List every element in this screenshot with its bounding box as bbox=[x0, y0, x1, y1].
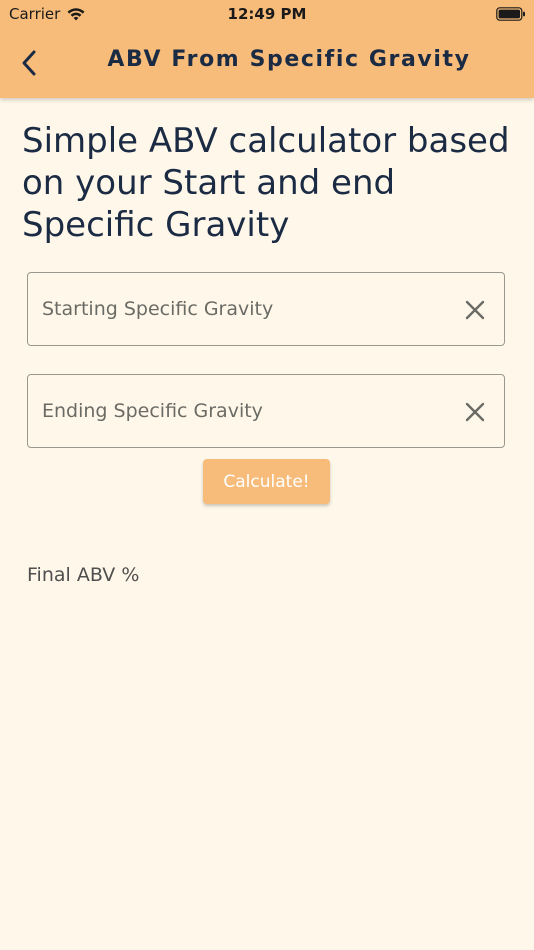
starting-gravity-field[interactable] bbox=[27, 272, 505, 346]
calculator-description: Simple ABV calculator based on your Star… bbox=[22, 121, 510, 245]
chevron-left-icon bbox=[22, 50, 36, 76]
ending-gravity-field[interactable] bbox=[27, 374, 505, 448]
final-abv-result: Final ABV % bbox=[27, 564, 140, 586]
clear-starting-gravity-icon[interactable] bbox=[464, 299, 486, 321]
clear-ending-gravity-icon[interactable] bbox=[464, 401, 486, 423]
page-title: ABV From Specific Gravity bbox=[107, 47, 471, 72]
ending-gravity-input[interactable] bbox=[42, 375, 442, 447]
starting-gravity-input[interactable] bbox=[42, 273, 442, 345]
app-header: Carrier 12:49 PM ABV From Specific Gravi… bbox=[0, 0, 534, 98]
status-bar: Carrier 12:49 PM bbox=[0, 0, 534, 28]
status-time: 12:49 PM bbox=[227, 5, 307, 23]
back-button[interactable] bbox=[14, 46, 44, 80]
calculate-button[interactable]: Calculate! bbox=[203, 459, 330, 504]
navigation-bar: ABV From Specific Gravity bbox=[0, 28, 534, 98]
battery-icon bbox=[496, 7, 525, 21]
